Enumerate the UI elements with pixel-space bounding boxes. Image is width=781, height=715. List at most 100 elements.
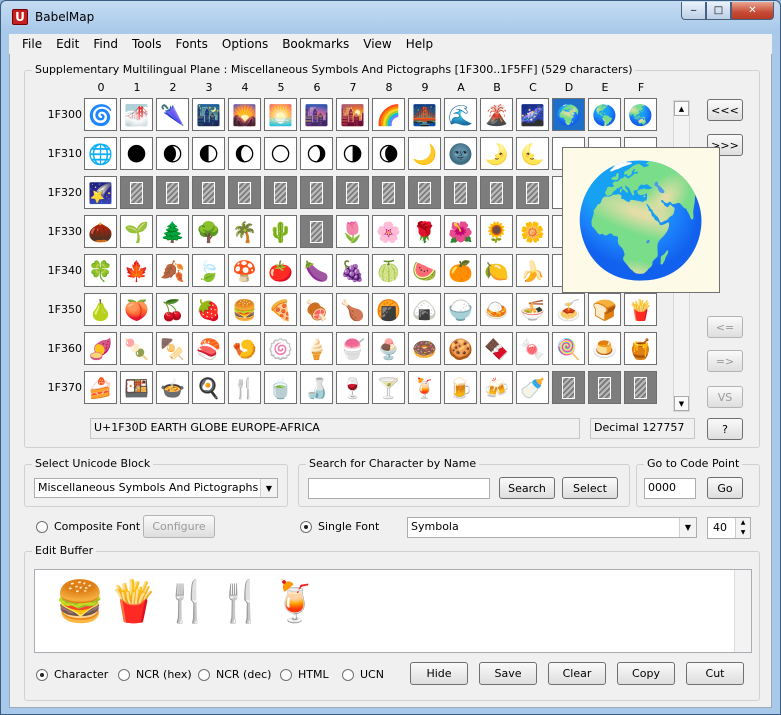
maximize-button[interactable]: □	[706, 2, 731, 20]
char-cell-1f355[interactable]: 🍕	[264, 293, 297, 326]
chevron-down-icon[interactable]: ▼	[679, 518, 696, 537]
char-cell-1f368[interactable]: 🍨	[372, 332, 405, 365]
char-cell-1f36d[interactable]: 🍭	[552, 332, 585, 365]
char-cell-1f346[interactable]: 🍆	[300, 254, 333, 287]
help-button[interactable]: ?	[707, 418, 743, 440]
char-cell-1f344[interactable]: 🍄	[228, 254, 261, 287]
char-cell-1f31a[interactable]: 🌚	[444, 137, 477, 170]
char-cell-1f362[interactable]: 🍢	[156, 332, 189, 365]
char-cell-1f354[interactable]: 🍔	[228, 293, 261, 326]
char-cell-1f365[interactable]: 🍥	[264, 332, 297, 365]
char-cell-1f338[interactable]: 🌸	[372, 215, 405, 248]
composite-font-option[interactable]: Composite Font	[36, 520, 140, 533]
menu-edit[interactable]: Edit	[49, 37, 86, 51]
menu-tools[interactable]: Tools	[125, 37, 169, 51]
char-cell-1f30b[interactable]: 🌋	[480, 98, 513, 131]
char-cell-1f37a[interactable]: 🍺	[444, 371, 477, 404]
char-cell-1f331[interactable]: 🌱	[120, 215, 153, 248]
char-cell-1f34c[interactable]: 🍌	[516, 254, 549, 287]
output-mode-option[interactable]: UCN	[342, 668, 384, 681]
char-cell-1f314[interactable]: 🌔	[228, 137, 261, 170]
char-cell-1f35a[interactable]: 🍚	[444, 293, 477, 326]
char-cell-1f36b[interactable]: 🍫	[480, 332, 513, 365]
char-cell-1f306[interactable]: 🌆	[300, 98, 333, 131]
char-cell-1f327[interactable]	[336, 176, 369, 209]
single-font-radio[interactable]	[300, 520, 312, 533]
char-cell-1f332[interactable]: 🌲	[156, 215, 189, 248]
close-button[interactable]: ✕	[731, 2, 774, 20]
char-cell-1f315[interactable]: 🌕	[264, 137, 297, 170]
configure-button[interactable]: Configure	[143, 515, 215, 538]
char-cell-1f374[interactable]: 🍴	[228, 371, 261, 404]
char-cell-1f30d[interactable]: 🌍	[552, 98, 585, 131]
char-cell-1f377[interactable]: 🍷	[336, 371, 369, 404]
char-cell-1f373[interactable]: 🍳	[192, 371, 225, 404]
scroll-down-icon[interactable]: ▼	[674, 396, 689, 411]
char-cell-1f335[interactable]: 🌵	[264, 215, 297, 248]
go-button[interactable]: Go	[707, 477, 743, 499]
char-cell-1f340[interactable]: 🍀	[84, 254, 117, 287]
char-cell-1f300[interactable]: 🌀	[84, 98, 117, 131]
clear-button[interactable]: Clear	[548, 662, 606, 685]
menu-file[interactable]: File	[15, 37, 49, 51]
char-cell-1f301[interactable]: 🌁	[120, 98, 153, 131]
edit-buffer-textarea[interactable]: 🍔🍟🍴🍴🍹	[34, 569, 752, 653]
output-mode-radio[interactable]	[198, 668, 210, 681]
char-cell-1f320[interactable]: 🌠	[84, 176, 117, 209]
char-cell-1f358[interactable]: 🍘	[372, 293, 405, 326]
char-cell-1f334[interactable]: 🌴	[228, 215, 261, 248]
char-cell-1f310[interactable]: 🌐	[84, 137, 117, 170]
char-cell-1f379[interactable]: 🍹	[408, 371, 441, 404]
output-mode-radio[interactable]	[280, 668, 292, 681]
char-cell-1f36a[interactable]: 🍪	[444, 332, 477, 365]
variation-selector-button[interactable]: VS	[707, 386, 743, 408]
char-cell-1f369[interactable]: 🍩	[408, 332, 441, 365]
prev-block-button[interactable]: <<<	[707, 99, 743, 121]
char-cell-1f321[interactable]	[120, 176, 153, 209]
char-cell-1f339[interactable]: 🌹	[408, 215, 441, 248]
spin-down-icon[interactable]: ▼	[736, 528, 750, 538]
next-char-button[interactable]: =>	[707, 350, 743, 372]
char-cell-1f357[interactable]: 🍗	[336, 293, 369, 326]
spin-up-icon[interactable]: ▲	[736, 518, 750, 528]
menu-help[interactable]: Help	[399, 37, 440, 51]
char-cell-1f342[interactable]: 🍂	[156, 254, 189, 287]
char-cell-1f30f[interactable]: 🌏	[624, 98, 657, 131]
cut-button[interactable]: Cut	[686, 662, 744, 685]
char-cell-1f37c[interactable]: 🍼	[516, 371, 549, 404]
scroll-up-icon[interactable]: ▲	[674, 101, 689, 116]
char-cell-1f32c[interactable]	[516, 176, 549, 209]
char-cell-1f37f[interactable]	[624, 371, 657, 404]
unicode-block-select[interactable]: Miscellaneous Symbols And Pictographs ▼	[34, 478, 278, 498]
char-cell-1f345[interactable]: 🍅	[264, 254, 297, 287]
char-cell-1f35b[interactable]: 🍛	[480, 293, 513, 326]
single-font-option[interactable]: Single Font	[300, 520, 379, 533]
char-cell-1f32a[interactable]	[444, 176, 477, 209]
save-button[interactable]: Save	[479, 662, 537, 685]
char-cell-1f36e[interactable]: 🍮	[588, 332, 621, 365]
char-cell-1f367[interactable]: 🍧	[336, 332, 369, 365]
char-cell-1f371[interactable]: 🍱	[120, 371, 153, 404]
char-cell-1f333[interactable]: 🌳	[192, 215, 225, 248]
select-button[interactable]: Select	[562, 477, 618, 499]
char-cell-1f348[interactable]: 🍈	[372, 254, 405, 287]
menu-options[interactable]: Options	[215, 37, 275, 51]
title-bar[interactable]: U BabelMap ‒ □ ✕	[1, 1, 780, 33]
composite-font-radio[interactable]	[36, 520, 48, 533]
char-cell-1f325[interactable]	[264, 176, 297, 209]
char-cell-1f33a[interactable]: 🌺	[444, 215, 477, 248]
char-cell-1f328[interactable]	[372, 176, 405, 209]
char-cell-1f313[interactable]: 🌓	[192, 137, 225, 170]
edit-buffer-scrollbar[interactable]	[734, 570, 751, 652]
copy-button[interactable]: Copy	[617, 662, 675, 685]
char-cell-1f35e[interactable]: 🍞	[588, 293, 621, 326]
hide-button[interactable]: Hide	[410, 662, 468, 685]
char-cell-1f356[interactable]: 🍖	[300, 293, 333, 326]
char-cell-1f360[interactable]: 🍠	[84, 332, 117, 365]
char-cell-1f330[interactable]: 🌰	[84, 215, 117, 248]
char-cell-1f363[interactable]: 🍣	[192, 332, 225, 365]
output-mode-option[interactable]: Character	[36, 668, 108, 681]
menu-fonts[interactable]: Fonts	[169, 37, 215, 51]
char-cell-1f34b[interactable]: 🍋	[480, 254, 513, 287]
char-cell-1f35c[interactable]: 🍜	[516, 293, 549, 326]
